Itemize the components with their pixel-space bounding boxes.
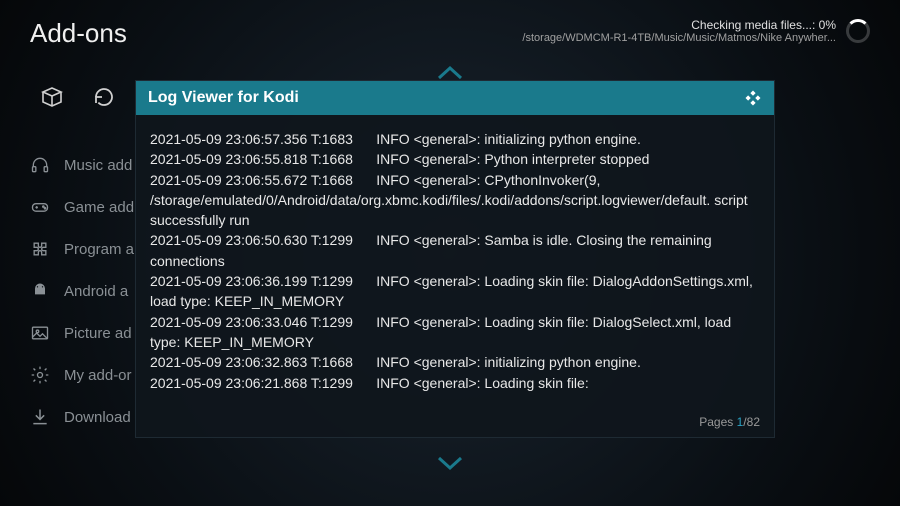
sidebar-item-download[interactable]: Download — [30, 407, 134, 427]
pages-label: Pages — [699, 415, 736, 429]
sidebar-item-program[interactable]: Program a — [30, 239, 134, 259]
spinner-icon — [846, 19, 870, 43]
kodi-logo-icon — [744, 89, 762, 107]
scroll-down-button[interactable] — [437, 450, 463, 478]
status-progress: Checking media files...: 0% — [691, 18, 836, 32]
status-path: /storage/WDMCM-R1-4TB/Music/Music/Matmos… — [522, 32, 836, 44]
toolbar — [40, 85, 116, 109]
sidebar: Music add Game add Program a Android a P… — [30, 155, 134, 427]
image-icon — [30, 323, 50, 343]
sidebar-item-myaddons[interactable]: My add-or — [30, 365, 134, 385]
sidebar-item-label: Game add — [64, 199, 134, 216]
puzzle-icon — [30, 239, 50, 259]
gear-icon — [30, 365, 50, 385]
android-icon — [30, 281, 50, 301]
dialog-title: Log Viewer for Kodi — [148, 89, 299, 107]
sidebar-item-music[interactable]: Music add — [30, 155, 134, 175]
refresh-icon[interactable] — [92, 85, 116, 109]
log-line: 2021-05-09 23:06:57.356 T:1683 INFO <gen… — [150, 129, 760, 149]
log-line: 2021-05-09 23:06:36.199 T:1299 INFO <gen… — [150, 271, 760, 312]
sidebar-item-game[interactable]: Game add — [30, 197, 134, 217]
status-area: Checking media files...: 0% /storage/WDM… — [522, 18, 870, 44]
log-line: 2021-05-09 23:06:50.630 T:1299 INFO <gen… — [150, 230, 760, 271]
log-line: 2021-05-09 23:06:55.818 T:1668 INFO <gen… — [150, 149, 760, 169]
log-line: 2021-05-09 23:06:55.672 T:1668 INFO <gen… — [150, 170, 760, 231]
sidebar-item-label: Program a — [64, 241, 134, 258]
sidebar-item-android[interactable]: Android a — [30, 281, 134, 301]
sidebar-item-picture[interactable]: Picture ad — [30, 323, 134, 343]
gamepad-icon — [30, 197, 50, 217]
sidebar-item-label: Picture ad — [64, 325, 132, 342]
pages-total: 82 — [747, 415, 760, 429]
sidebar-item-label: Android a — [64, 283, 128, 300]
dialog-header: Log Viewer for Kodi — [136, 81, 774, 115]
headphones-icon — [30, 155, 50, 175]
pager: Pages 1/82 — [136, 415, 774, 437]
download-icon — [30, 407, 50, 427]
log-line: 2021-05-09 23:06:32.863 T:1668 INFO <gen… — [150, 352, 760, 372]
sidebar-item-label: Music add — [64, 157, 132, 174]
page-title: Add-ons — [30, 18, 127, 49]
log-viewer-dialog: Log Viewer for Kodi 2021-05-09 23:06:57.… — [135, 80, 775, 438]
log-line: 2021-05-09 23:06:33.046 T:1299 INFO <gen… — [150, 312, 760, 353]
log-line: 2021-05-09 23:06:21.868 T:1299 INFO <gen… — [150, 373, 760, 393]
box-icon[interactable] — [40, 85, 64, 109]
sidebar-item-label: My add-or — [64, 367, 132, 384]
sidebar-item-label: Download — [64, 409, 131, 426]
log-content: 2021-05-09 23:06:57.356 T:1683 INFO <gen… — [136, 115, 774, 415]
header: Add-ons Checking media files...: 0% /sto… — [30, 18, 870, 49]
